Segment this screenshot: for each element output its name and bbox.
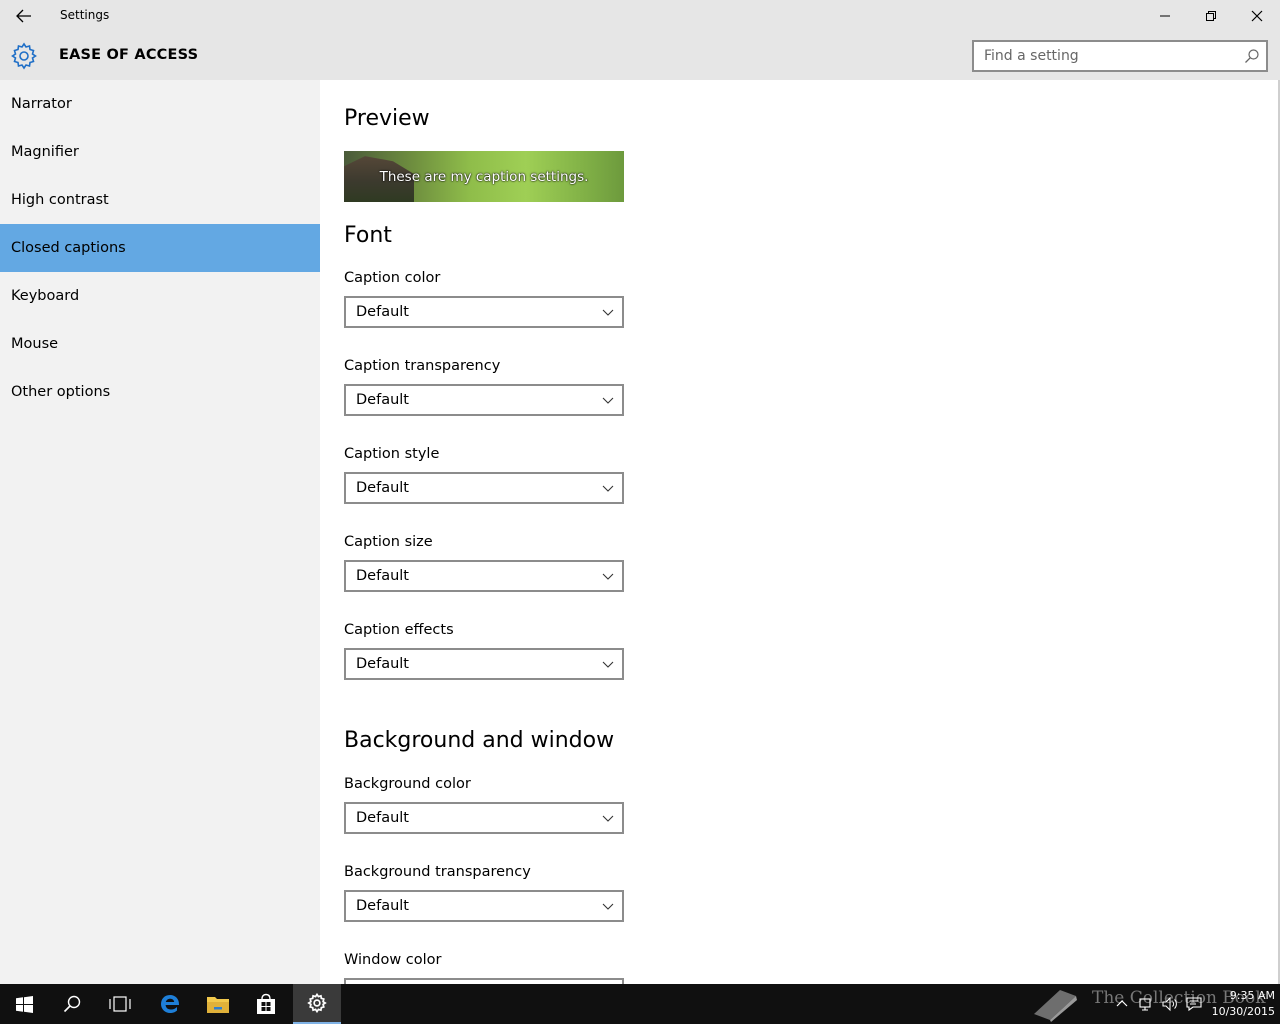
gear-icon [11,42,37,70]
sidebar-item-mouse[interactable]: Mouse [0,320,320,368]
font-heading: Font [344,223,392,248]
chevron-down-icon [602,309,614,316]
chevron-down-icon [602,903,614,910]
search-box[interactable] [972,40,1268,72]
file-explorer-button[interactable] [194,984,242,1024]
sidebar-item-narrator[interactable]: Narrator [0,80,320,128]
show-hidden-icons-icon[interactable] [1114,996,1130,1012]
preview-heading: Preview [344,106,430,131]
sidebar-item-other-options[interactable]: Other options [0,368,320,416]
sidebar-item-label: Closed captions [11,240,126,256]
settings-icon [307,993,327,1013]
search-input[interactable] [974,42,1234,70]
sidebar-item-label: Other options [11,384,111,400]
file-explorer-icon [207,997,229,1013]
back-arrow-icon [16,9,31,23]
dropdown-value: Default [356,568,409,584]
caption-style-dropdown[interactable]: Default [344,472,624,504]
sidebar-item-label: Mouse [11,336,59,352]
sidebar-item-high-contrast[interactable]: High contrast [0,176,320,224]
app-title: Settings [60,8,110,22]
task-view-icon [109,996,131,1012]
background-color-label: Background color [344,776,471,792]
store-button[interactable] [242,984,290,1024]
caption-preview: These are my caption settings. [344,151,624,202]
caption-size-dropdown[interactable]: Default [344,560,624,592]
preview-caption-text: These are my caption settings. [379,169,589,185]
caption-transparency-dropdown[interactable]: Default [344,384,624,416]
dropdown-value: Default [356,480,409,496]
back-button[interactable] [0,0,48,32]
taskbar-clock[interactable]: 9:35 AM 10/30/2015 [1205,988,1275,1020]
windows-start-icon [15,995,33,1013]
clock-date: 10/30/2015 [1211,1005,1275,1018]
background-transparency-label: Background transparency [344,864,531,880]
book-logo-icon [1034,990,1077,1022]
restore-button[interactable] [1188,0,1234,32]
section-title: EASE OF ACCESS [59,47,199,63]
close-icon [1251,10,1263,22]
caption-effects-label: Caption effects [344,622,454,638]
chevron-down-icon [602,661,614,668]
sidebar-item-label: Magnifier [11,144,79,160]
sidebar-item-label: Narrator [11,96,72,112]
background-color-dropdown[interactable]: Default [344,802,624,834]
caption-style-label: Caption style [344,446,440,462]
caption-effects-dropdown[interactable]: Default [344,648,624,680]
settings-header: EASE OF ACCESS [0,32,1280,80]
background-transparency-dropdown[interactable]: Default [344,890,624,922]
edge-button[interactable] [146,984,194,1024]
close-button[interactable] [1234,0,1280,32]
search-icon[interactable] [1244,48,1260,64]
task-view-button[interactable] [96,984,144,1024]
start-button[interactable] [0,984,48,1024]
search-taskbar-button[interactable] [48,984,96,1024]
action-center-icon[interactable] [1186,996,1202,1012]
minimize-icon [1160,15,1170,17]
restore-icon [1206,11,1216,21]
sidebar-item-label: High contrast [11,192,109,208]
sidebar-item-closed-captions[interactable]: Closed captions [0,224,320,272]
main-content: Preview These are my caption settings. F… [320,80,1280,984]
window-color-label: Window color [344,952,442,968]
dropdown-value: Default [356,656,409,672]
chevron-down-icon [602,815,614,822]
taskbar: The Collection Book 9:35 AM 10/30/2015 [0,984,1280,1024]
dropdown-value: Default [356,898,409,914]
sidebar: Narrator Magnifier High contrast Closed … [0,80,320,984]
dropdown-value: Default [356,392,409,408]
sidebar-item-keyboard[interactable]: Keyboard [0,272,320,320]
title-bar: Settings [0,0,1280,32]
search-icon [63,995,81,1013]
edge-icon [161,995,180,1013]
chevron-down-icon [602,573,614,580]
caption-color-dropdown[interactable]: Default [344,296,624,328]
volume-icon[interactable] [1162,996,1178,1012]
dropdown-value: Default [356,810,409,826]
sidebar-item-magnifier[interactable]: Magnifier [0,128,320,176]
caption-color-label: Caption color [344,270,441,286]
settings-taskbar-button[interactable] [293,984,341,1024]
chevron-down-icon [602,485,614,492]
store-icon [257,993,275,1014]
caption-size-label: Caption size [344,534,433,550]
clock-time: 9:35 AM [1229,989,1275,1002]
sidebar-item-label: Keyboard [11,288,80,304]
dropdown-value: Default [356,304,409,320]
chevron-down-icon [602,397,614,404]
background-window-heading: Background and window [344,728,615,753]
caption-transparency-label: Caption transparency [344,358,501,374]
network-icon[interactable] [1138,996,1154,1012]
minimize-button[interactable] [1142,0,1188,32]
